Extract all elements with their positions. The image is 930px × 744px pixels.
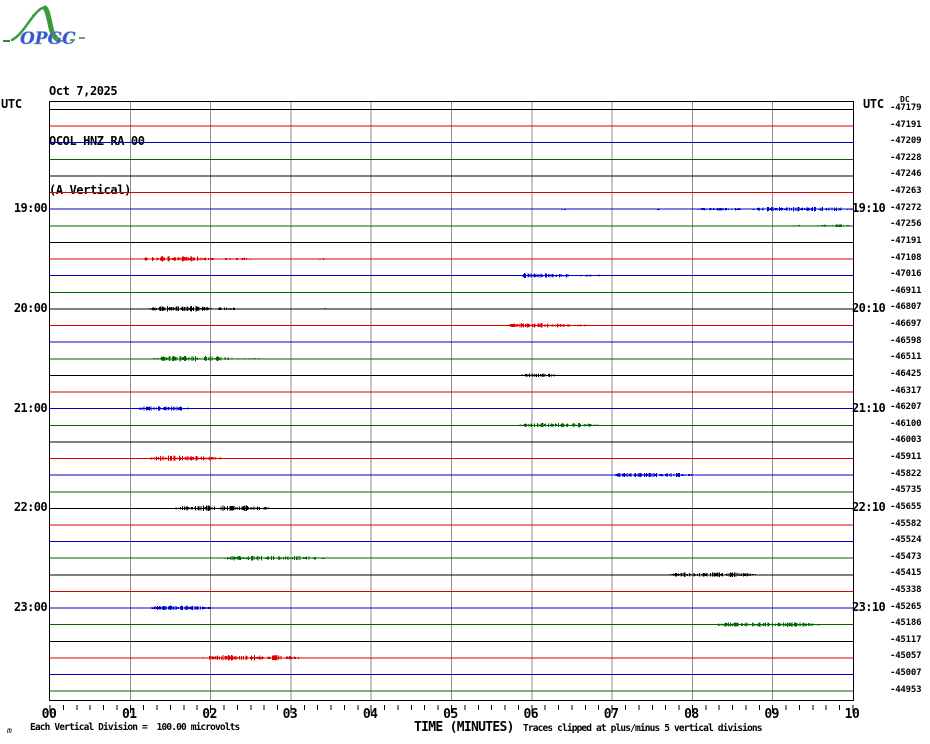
logo-text: OPGC: [20, 29, 76, 49]
left-time-label-20:00: 20:00: [13, 300, 48, 315]
logo-mountain-icon: OPGC: [3, 5, 85, 49]
dc-value-row-22: -45911: [890, 452, 922, 463]
dc-value-row-15: -46598: [890, 335, 922, 346]
dc-value-row-20: -46100: [890, 418, 922, 429]
dc-value-row-10: -47108: [890, 252, 922, 263]
dc-value-row-32: -45186: [890, 618, 922, 629]
dc-value-row-23: -45822: [890, 468, 922, 479]
x-tick-label-02: 02: [202, 707, 217, 722]
left-time-label-21:00: 21:00: [13, 400, 48, 415]
dc-value-row-31: -45265: [890, 601, 922, 612]
corner-glyph: m: [7, 726, 12, 735]
dc-value-row-11: -47016: [890, 269, 922, 280]
dc-value-row-1: -47179: [890, 103, 922, 113]
dc-value-row-30: -45338: [890, 584, 922, 595]
dc-value-row-4: -47228: [890, 152, 922, 163]
opgc-logo: OPGC: [2, 2, 102, 50]
dc-value-row-24: -45735: [890, 485, 922, 496]
dc-value-row-2: -47191: [890, 119, 922, 130]
dc-value-row-6: -47263: [890, 186, 922, 197]
utc-label-left: UTC: [1, 97, 22, 111]
date-label: Oct 7,2025: [49, 84, 118, 98]
x-tick-label-04: 04: [362, 707, 378, 722]
dc-value-row-16: -46511: [890, 352, 922, 363]
x-tick-label-01: 01: [121, 707, 137, 722]
clipping-note: Traces clipped at plus/minus 5 vertical …: [523, 723, 762, 734]
dc-value-row-35: -45007: [890, 668, 922, 679]
dc-value-row-7: -47272: [890, 202, 922, 213]
dc-value-row-12: -46911: [890, 285, 922, 296]
dc-value-row-8: -47256: [890, 219, 922, 230]
dc-value-row-34: -45057: [890, 651, 922, 662]
x-tick-label-07: 07: [603, 707, 619, 722]
dc-value-row-27: -45524: [890, 535, 922, 546]
dc-value-row-21: -46003: [890, 435, 922, 446]
utc-label-right: UTC: [863, 97, 884, 111]
x-tick-label-06: 06: [523, 707, 539, 722]
x-axis-title: TIME (MINUTES): [414, 720, 514, 735]
dc-value-row-26: -45582: [890, 518, 922, 529]
x-tick-label-10: 10: [844, 707, 860, 722]
dc-value-row-33: -45117: [890, 634, 922, 645]
dc-value-row-14: -46697: [890, 319, 922, 330]
vertical-scale-note: Each Vertical Division = 100.00 microvol…: [30, 722, 240, 733]
dc-value-row-3: -47209: [890, 136, 922, 147]
dc-value-row-25: -45655: [890, 501, 922, 512]
seismogram-traces-canvas: [50, 102, 853, 700]
dc-value-row-29: -45415: [890, 568, 922, 579]
seismogram-plot-area: [49, 101, 854, 701]
dc-value-row-5: -47246: [890, 169, 922, 180]
x-tick-label-08: 08: [684, 707, 699, 722]
left-time-label-22:00: 22:00: [13, 500, 48, 515]
x-tick-label-00: 00: [41, 707, 57, 722]
dc-value-row-36: -44953: [890, 684, 922, 695]
dc-value-row-13: -46807: [890, 302, 922, 313]
dc-value-row-28: -45473: [890, 551, 922, 562]
left-time-label-23:00: 23:00: [13, 600, 48, 615]
dc-value-row-9: -47191: [890, 235, 922, 246]
left-time-label-19:00: 19:00: [13, 201, 48, 216]
dc-value-row-17: -46425: [890, 368, 922, 379]
dc-value-row-19: -46207: [890, 402, 922, 413]
x-tick-label-09: 09: [764, 707, 780, 722]
dc-value-row-18: -46317: [890, 385, 922, 396]
x-tick-label-03: 03: [282, 707, 298, 722]
